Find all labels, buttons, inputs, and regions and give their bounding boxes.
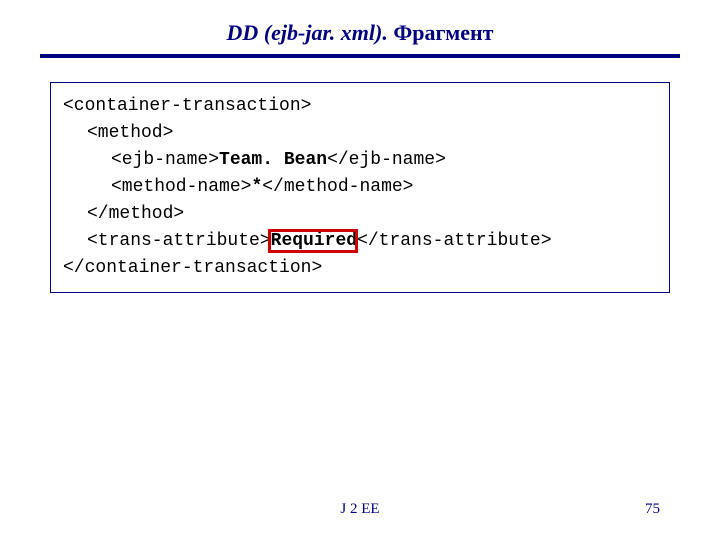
code-line-1: <container-transaction> (63, 93, 657, 120)
code-l4a: <method-name> (111, 177, 251, 197)
code-l4c: </method-name> (262, 177, 413, 197)
title-italic-part: DD (ejb-jar. xml). (227, 20, 394, 45)
footer: J 2 EE 75 (0, 501, 720, 518)
code-line-3: <ejb-name>Team. Bean</ejb-name> (63, 147, 657, 174)
code-line-6: <trans-attribute>Required</trans-attribu… (63, 228, 657, 255)
code-line-7: </container-transaction> (63, 255, 657, 282)
code-l3b: Team. Bean (219, 150, 327, 170)
slide-title: DD (ejb-jar. xml). Фрагмент (0, 0, 720, 54)
code-l6c: </trans-attribute> (357, 231, 551, 251)
code-line-2: <method> (63, 120, 657, 147)
footer-center: J 2 EE (340, 501, 379, 518)
code-line-5: </method> (63, 201, 657, 228)
code-line-4: <method-name>*</method-name> (63, 174, 657, 201)
code-l3c: </ejb-name> (327, 150, 446, 170)
title-rule (40, 54, 680, 58)
code-l4b: * (251, 177, 262, 197)
code-l3a: <ejb-name> (111, 150, 219, 170)
code-l6a: <trans-attribute> (87, 231, 271, 251)
code-l6b-highlighted: Required (271, 231, 357, 251)
footer-page-number: 75 (645, 501, 660, 518)
code-box: <container-transaction> <method> <ejb-na… (50, 82, 670, 293)
title-plain-part: Фрагмент (393, 20, 493, 45)
